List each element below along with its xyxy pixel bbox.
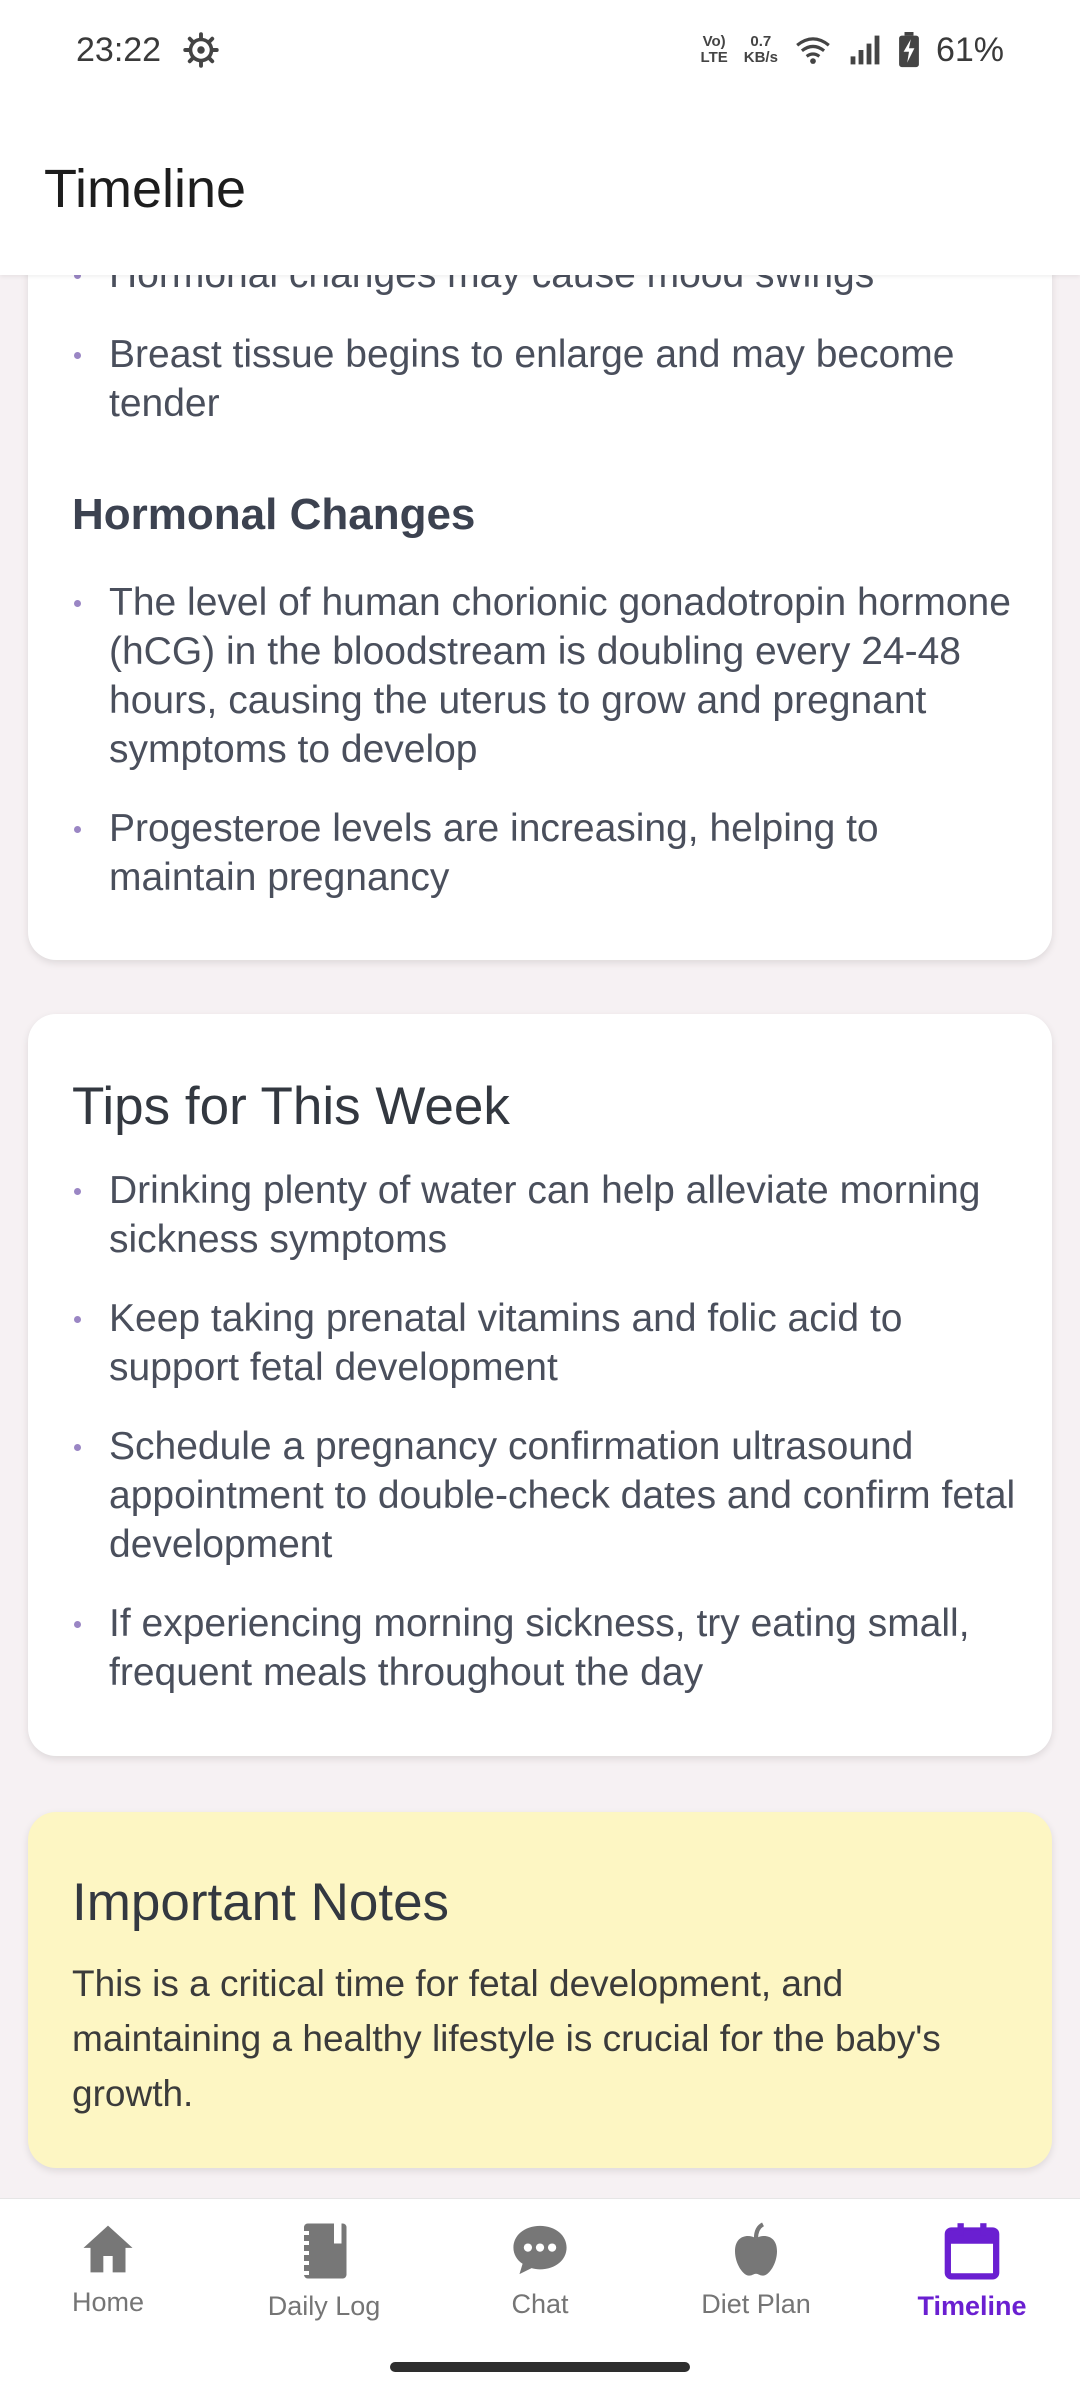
network-speed: 0.7 KB/s xyxy=(744,34,778,66)
important-notes-card: Important Notes This is a critical time … xyxy=(28,1812,1052,2168)
list-item: Schedule a pregnancy confirmation ultras… xyxy=(72,1422,1022,1569)
nav-label: Home xyxy=(71,2287,145,2317)
changes-list: Breast tissue begins to enlarge and may … xyxy=(72,330,1012,428)
notebook-icon xyxy=(299,2223,347,2279)
nav-item-home[interactable]: Home xyxy=(0,2221,216,2318)
home-indicator[interactable] xyxy=(390,2362,690,2372)
list-item: Progesteroe levels are increasing, helpi… xyxy=(72,804,1022,902)
list-item: Breast tissue begins to enlarge and may … xyxy=(72,330,1012,428)
calendar-icon xyxy=(944,2223,1000,2280)
hormonal-changes-list: The level of human chorionic gonadotropi… xyxy=(72,578,1022,902)
apple-icon xyxy=(735,2222,777,2276)
list-item: Keep taking prenatal vitamins and folic … xyxy=(72,1294,1022,1392)
app-header: 23:22 Vo) LTE 0.7 KB/s 61% Timeline xyxy=(0,0,1080,275)
list-item: The level of human chorionic gonadotropi… xyxy=(72,578,1022,774)
speed-unit: KB/s xyxy=(743,49,778,66)
settings-gear-icon xyxy=(183,32,219,68)
notes-text: This is a critical time for fetal develo… xyxy=(72,1963,941,2114)
volte-top: Vo) xyxy=(702,33,726,50)
home-icon xyxy=(83,2225,133,2273)
list-item: Drinking plenty of water can help allevi… xyxy=(72,1166,1022,1264)
development-changes-card: Hormonal changes may cause mood swings B… xyxy=(28,190,1052,960)
tips-list: Drinking plenty of water can help allevi… xyxy=(72,1166,1022,1697)
tips-title: Tips for This Week xyxy=(72,1077,510,1136)
battery-charging-icon xyxy=(899,32,919,68)
status-time: 23:22 xyxy=(76,30,162,69)
chat-icon xyxy=(513,2225,567,2275)
nav-label: Timeline xyxy=(917,2291,1027,2321)
wifi-icon xyxy=(796,37,830,64)
nav-label: Diet Plan xyxy=(701,2289,811,2319)
battery-percent: 61% xyxy=(935,30,1004,69)
list-item: If experiencing morning sickness, try ea… xyxy=(72,1599,1022,1697)
timeline-screen: Hormonal changes may cause mood swings B… xyxy=(0,0,1080,2400)
status-bar: 23:22 Vo) LTE 0.7 KB/s 61% xyxy=(0,0,1080,100)
cellular-signal-icon xyxy=(850,35,880,65)
nav-item-chat[interactable]: Chat xyxy=(432,2221,648,2320)
nav-label: Chat xyxy=(511,2289,569,2319)
nav-item-daily-log[interactable]: Daily Log xyxy=(216,2221,432,2322)
notes-title: Important Notes xyxy=(72,1873,450,1932)
volte-indicator: Vo) LTE xyxy=(701,34,728,66)
nav-item-diet-plan[interactable]: Diet Plan xyxy=(648,2221,864,2320)
speed-value: 0.7 xyxy=(750,33,772,50)
page-title: Timeline xyxy=(44,159,247,219)
tips-card: Tips for This Week Drinking plenty of wa… xyxy=(28,1014,1052,1756)
nav-label: Daily Log xyxy=(267,2291,381,2321)
nav-item-timeline[interactable]: Timeline xyxy=(864,2221,1080,2322)
section-title-hormonal-changes: Hormonal Changes xyxy=(72,490,476,539)
volte-bottom: LTE xyxy=(700,49,728,66)
